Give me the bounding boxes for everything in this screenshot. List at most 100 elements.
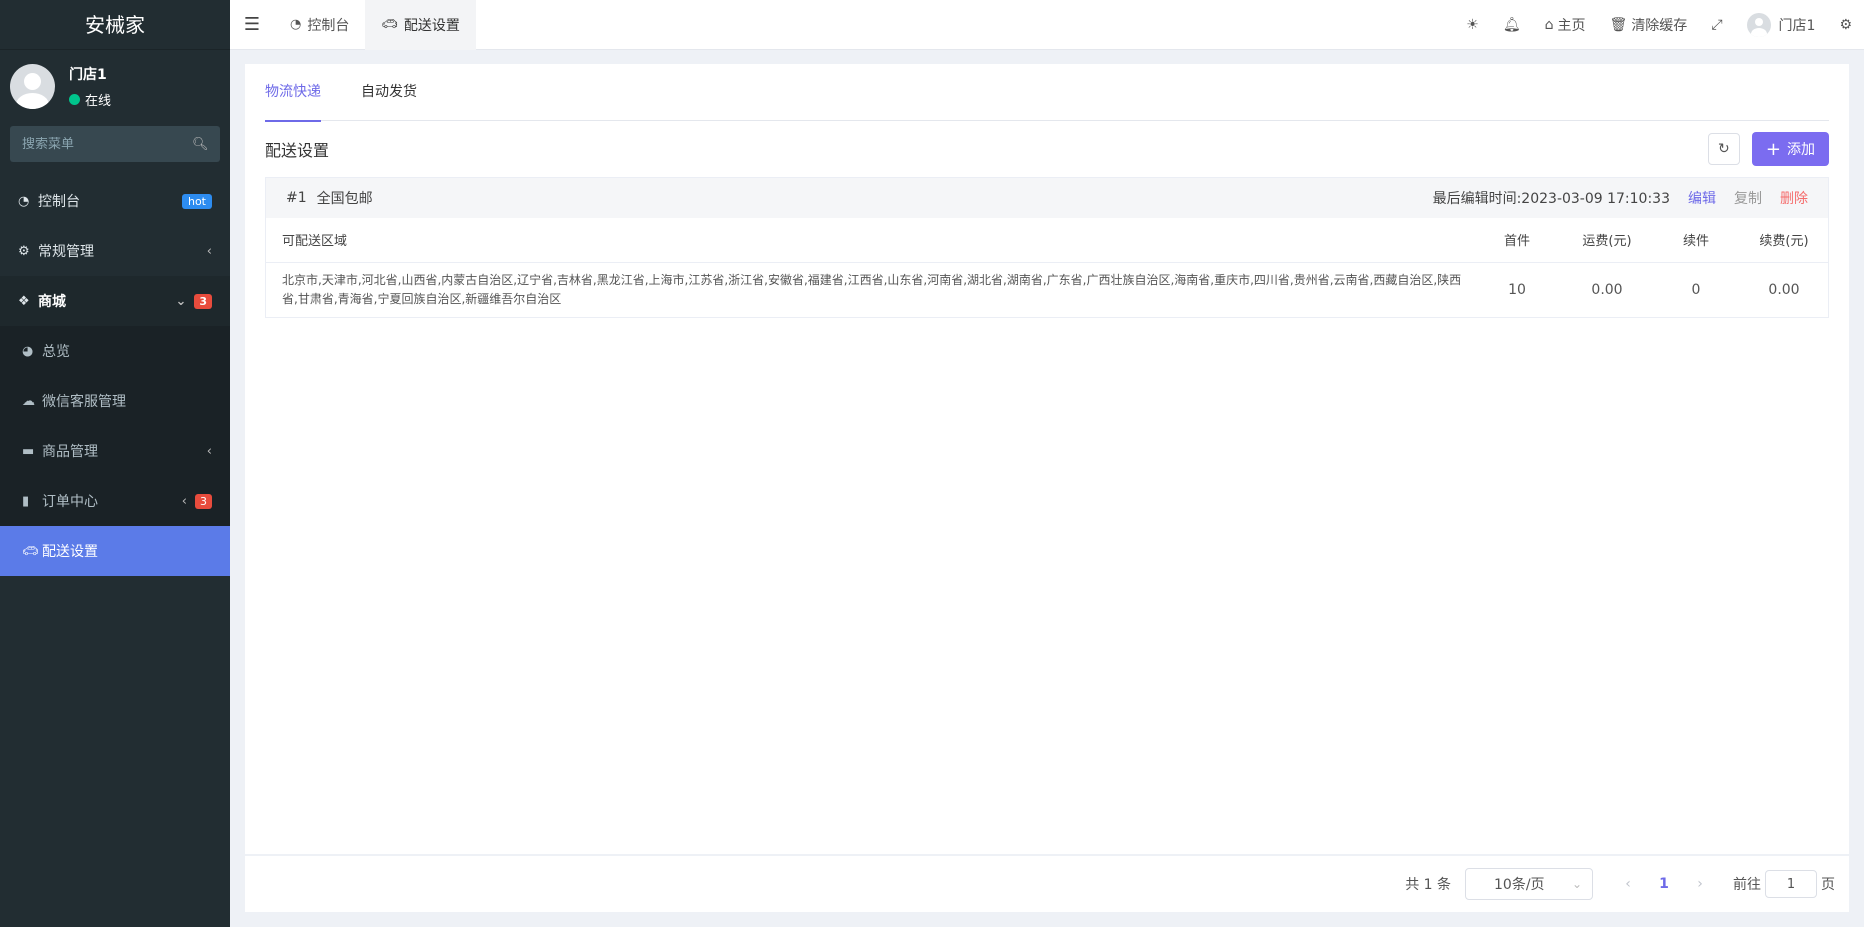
prev-page-button[interactable]: ‹: [1613, 876, 1643, 892]
theme-toggle-icon[interactable]: ☀: [1454, 17, 1491, 33]
car-icon: 🚗︎: [22, 543, 39, 559]
extra-item-cell: 0: [1691, 281, 1701, 298]
menu-search: 🔍︎: [10, 126, 220, 162]
user-name: 门店1: [69, 66, 107, 83]
sidebar-item-delivery[interactable]: 🚗︎ 配送设置: [0, 526, 230, 576]
page-size-select[interactable]: 10条/页 ⌄: [1465, 868, 1593, 900]
home-link[interactable]: ⌂ 主页: [1533, 15, 1598, 35]
menu-search-input[interactable]: [22, 136, 192, 152]
search-icon[interactable]: 🔍︎: [192, 137, 209, 152]
fee-cell: 0.00: [1591, 281, 1623, 298]
template-number: #1: [286, 190, 307, 206]
column-header: 续件: [1652, 218, 1740, 263]
menu-toggle-icon[interactable]: ☰: [230, 14, 274, 35]
template-name: 全国包邮: [316, 191, 373, 207]
delivery-template-card: #1 全国包邮 最后编辑时间:2023-03-09 17:10:33 编辑 复制…: [265, 177, 1829, 318]
sidebar-item-orders[interactable]: ▮ 订单中心 ‹ 3: [0, 476, 230, 526]
goto-suffix: 页: [1821, 877, 1835, 893]
archive-icon: ▬: [22, 443, 35, 459]
delete-button[interactable]: 删除: [1780, 188, 1808, 208]
dashboard-icon: ◔: [290, 17, 302, 32]
content-tabs: 物流快递 自动发货: [265, 64, 1829, 122]
tab-delivery[interactable]: 🚗︎ 配送设置: [365, 0, 476, 50]
edit-button[interactable]: 编辑: [1688, 188, 1716, 208]
sidebar-item-mall[interactable]: ❖ 商城 ⌄ 3: [0, 276, 230, 326]
column-header: 运费(元): [1562, 218, 1652, 263]
sidebar-item-wechat-service[interactable]: ☁ 微信客服管理: [0, 376, 230, 426]
pagination: 共 1 条 10条/页 ⌄ ‹ 1 › 前往 页: [245, 856, 1849, 912]
online-dot-icon: [69, 93, 80, 105]
page-jump-input[interactable]: [1765, 870, 1817, 898]
card-header: #1 全国包邮 最后编辑时间:2023-03-09 17:10:33 编辑 复制…: [266, 178, 1828, 218]
sidebar-item-overview[interactable]: ◕ 总览: [0, 326, 230, 376]
sidebar-item-general[interactable]: ⚙ 常规管理 ‹: [0, 226, 230, 276]
tab-auto-delivery[interactable]: 自动发货: [361, 64, 417, 121]
mall-submenu: ◕ 总览 ☁ 微信客服管理 ▬ 商品管理 ‹ ▮ 订单中心 ‹ 3 🚗︎ 配送设…: [0, 326, 230, 576]
table-row: 北京市,天津市,河北省,山西省,内蒙古自治区,辽宁省,吉林省,黑龙江省,上海市,…: [266, 262, 1828, 317]
dashboard-icon: ◔: [18, 193, 30, 209]
user-status: 在线: [69, 90, 111, 109]
goto-prefix: 前往: [1733, 877, 1761, 893]
sidebar-item-dashboard[interactable]: ◔ 控制台 hot: [0, 176, 230, 226]
bell-icon[interactable]: 🔔︎: [1491, 17, 1533, 33]
section-title: 配送设置: [265, 141, 330, 160]
extra-fee-cell: 0.00: [1768, 281, 1800, 298]
trash-icon: 🗑︎: [1609, 16, 1628, 33]
user-menu[interactable]: 门店1: [1735, 12, 1828, 37]
sidebar-item-label: 总览: [42, 344, 70, 360]
chevron-left-icon: ‹: [206, 243, 212, 259]
tab-label: 配送设置: [403, 17, 460, 34]
file-icon: ▮: [22, 493, 30, 509]
fullscreen-icon[interactable]: ⤢: [1699, 17, 1734, 33]
sidebar-item-label: 商品管理: [42, 444, 98, 460]
tab-dashboard[interactable]: ◔ 控制台: [274, 0, 365, 50]
home-label: 主页: [1557, 17, 1586, 34]
avatar: [10, 63, 55, 109]
topbar: ☰ ◔ 控制台 🚗︎ 配送设置 ☀ 🔔︎ ⌂ 主页 🗑︎ 清除缓存 ⤢ 门店1 …: [230, 0, 1864, 50]
page-jump: 前往 页: [1733, 870, 1835, 898]
sidebar-item-label: 常规管理: [38, 244, 94, 260]
avatar: [1746, 12, 1771, 37]
column-header: 续费(元): [1740, 218, 1828, 263]
user-status-label: 在线: [85, 93, 112, 109]
chevron-left-icon: ‹: [206, 443, 212, 459]
clear-cache-button[interactable]: 🗑︎ 清除缓存: [1598, 15, 1700, 35]
tab-logistics[interactable]: 物流快递: [265, 64, 321, 122]
sidebar-item-label: 控制台: [38, 194, 80, 210]
next-page-button[interactable]: ›: [1685, 876, 1715, 892]
pie-chart-icon: ◕: [22, 343, 34, 359]
chevron-left-icon: ‹: [181, 493, 187, 509]
chevron-down-icon: ⌄: [175, 293, 187, 309]
gears-icon: ⚙: [18, 243, 30, 259]
dropbox-icon: ❖: [18, 293, 30, 309]
sidebar-item-label: 订单中心: [42, 494, 98, 510]
sidebar-item-products[interactable]: ▬ 商品管理 ‹: [0, 426, 230, 476]
pagination-total: 共 1 条: [1405, 877, 1451, 893]
add-button[interactable]: + 添加: [1751, 132, 1829, 166]
gears-icon[interactable]: ⚙: [1827, 17, 1864, 33]
user-menu-label: 门店1: [1778, 17, 1816, 34]
add-button-label: 添加: [1787, 142, 1815, 158]
refresh-button[interactable]: ↻: [1707, 133, 1740, 165]
area-cell: 北京市,天津市,河北省,山西省,内蒙古自治区,辽宁省,吉林省,黑龙江省,上海市,…: [282, 272, 1462, 306]
column-header: 首件: [1472, 218, 1562, 263]
sidebar: 安械家 门店1 在线 🔍︎ ◔ 控制台 hot ⚙ 常规管理 ‹ ❖ 商城 ⌄ …: [0, 0, 230, 927]
home-icon: ⌂: [1544, 16, 1554, 33]
hot-badge: hot: [181, 193, 212, 209]
count-badge: 3: [194, 293, 212, 309]
last-edit-time: 最后编辑时间:2023-03-09 17:10:33: [1432, 191, 1670, 207]
car-icon: 🚗︎: [381, 17, 398, 32]
first-item-cell: 10: [1508, 281, 1526, 298]
refresh-icon: ↻: [1718, 141, 1730, 157]
delivery-table: 可配送区域 首件 运费(元) 续件 续费(元) 北京市,天津市,河北省,山西省,…: [266, 218, 1828, 317]
page-number-current[interactable]: 1: [1649, 876, 1679, 892]
clear-cache-label: 清除缓存: [1631, 17, 1688, 34]
sidebar-item-label: 配送设置: [42, 544, 98, 560]
comments-icon: ☁: [22, 393, 35, 409]
brand-title[interactable]: 安械家: [0, 0, 230, 50]
main-content: 物流快递 自动发货 配送设置 ↻ + 添加 #1 全国包邮 最后编辑时间:202…: [245, 64, 1849, 854]
tab-label: 控制台: [307, 17, 350, 34]
sidebar-item-label: 微信客服管理: [42, 394, 126, 410]
chevron-down-icon: ⌄: [1571, 877, 1582, 891]
copy-button[interactable]: 复制: [1734, 188, 1762, 208]
